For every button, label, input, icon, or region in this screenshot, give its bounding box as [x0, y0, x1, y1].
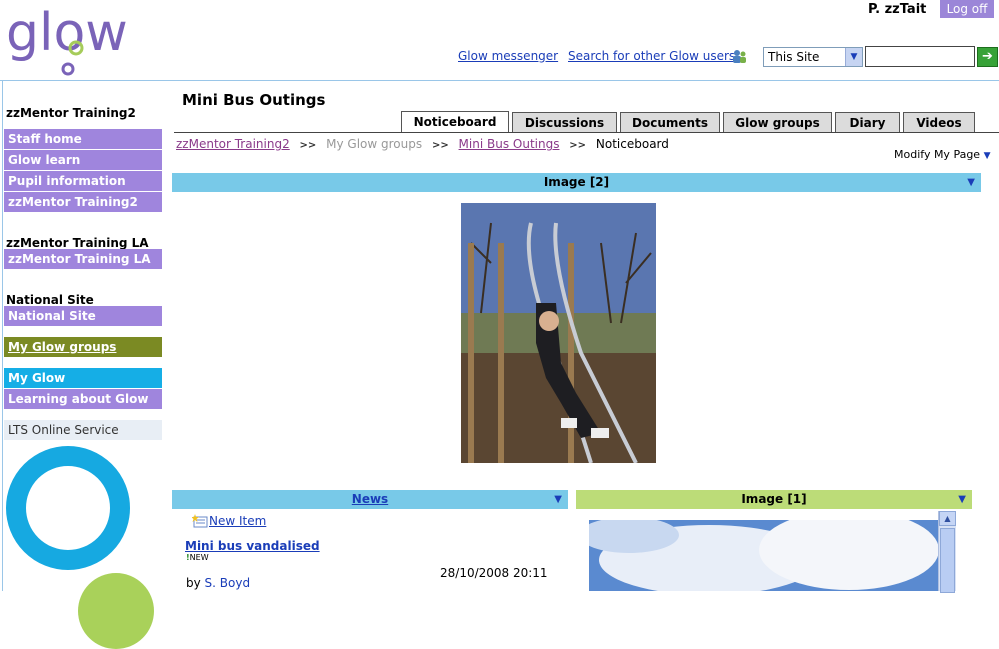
breadcrumb-separator: >>: [569, 140, 587, 151]
search-scope-select[interactable]: This Site ▼: [763, 47, 863, 67]
tab-diary[interactable]: Diary: [835, 112, 900, 132]
search-go-button[interactable]: ➔: [977, 47, 998, 67]
chevron-down-icon: ▼: [983, 151, 991, 161]
breadcrumb-separator: >>: [299, 140, 317, 151]
image-webpart-2-header: Image [1] ▼: [576, 490, 972, 509]
breadcrumb-separator: >>: [431, 140, 449, 151]
decorative-circle: [78, 573, 154, 649]
tab-discussions[interactable]: Discussions: [512, 112, 617, 132]
scroll-up-icon[interactable]: ▲: [939, 511, 956, 526]
nav-my-glow[interactable]: My Glow: [4, 368, 162, 388]
news-webpart-header: News ▼: [172, 490, 568, 509]
page-title: Mini Bus Outings: [182, 91, 326, 109]
chevron-down-icon[interactable]: ▼: [958, 490, 966, 509]
new-badge-text: NEW: [189, 553, 209, 562]
nav-my-glow-groups[interactable]: My Glow groups: [4, 337, 162, 357]
sky-photo: [589, 520, 939, 591]
news-item-title[interactable]: Mini bus vandalised: [185, 539, 320, 553]
image-webpart-header: Image [2] ▼: [172, 173, 981, 192]
nav-glow-learn[interactable]: Glow learn: [4, 150, 162, 170]
chevron-down-icon[interactable]: ▼: [967, 173, 975, 192]
nav-heading-national: National Site: [6, 293, 94, 307]
news-item-date: 28/10/2008 20:11: [440, 566, 548, 580]
modify-my-page-menu[interactable]: Modify My Page ▼: [894, 148, 991, 161]
tab-glow-groups[interactable]: Glow groups: [723, 112, 832, 132]
nav-lts-online-service[interactable]: LTS Online Service: [4, 420, 162, 440]
image-webpart-2-title: Image [1]: [741, 492, 807, 506]
news-webpart-title[interactable]: News: [352, 492, 388, 506]
user-name: P. zzTait: [868, 2, 927, 17]
news-item-byline: by S. Boyd: [186, 576, 250, 590]
chevron-down-icon: ▼: [845, 48, 862, 66]
nav-pupil-information[interactable]: Pupil information: [4, 171, 162, 191]
nav-heading-la: zzMentor Training LA: [6, 236, 149, 250]
modify-page-label: Modify My Page: [894, 148, 981, 161]
glow-logo-text: glow: [6, 3, 128, 63]
search-scope-value: This Site: [768, 50, 820, 64]
nav-zzmentor-training2[interactable]: zzMentor Training2: [4, 192, 162, 212]
nav-zzmentor-training-la[interactable]: zzMentor Training LA: [4, 249, 162, 269]
scroll-thumb[interactable]: [940, 528, 955, 593]
new-item-icon[interactable]: [192, 514, 208, 528]
new-badge: !NEW: [186, 553, 209, 562]
new-item-link[interactable]: New Item: [209, 514, 266, 528]
search-users-link[interactable]: Search for other Glow users: [568, 49, 735, 63]
news-item-author[interactable]: S. Boyd: [205, 576, 251, 590]
playground-photo: [461, 203, 656, 463]
nav-learning-about-glow[interactable]: Learning about Glow: [4, 389, 162, 409]
byline-label: by: [186, 576, 201, 590]
nav-staff-home[interactable]: Staff home: [4, 129, 162, 149]
image-webpart-title: Image [2]: [543, 175, 610, 189]
header-divider: [0, 80, 999, 81]
left-divider: [2, 81, 3, 591]
log-off-button[interactable]: Log off: [940, 0, 994, 18]
people-icon[interactable]: [732, 49, 747, 64]
nav-national-site[interactable]: National Site: [4, 306, 162, 326]
tab-noticeboard[interactable]: Noticeboard: [401, 111, 509, 133]
breadcrumb: zzMentor Training2 >> My Glow groups >> …: [176, 137, 669, 151]
chevron-down-icon[interactable]: ▼: [554, 490, 562, 509]
image-scrollbar[interactable]: ▲: [938, 511, 956, 593]
decorative-ring: [6, 446, 130, 570]
breadcrumb-glow-groups: My Glow groups: [326, 137, 423, 151]
breadcrumb-group[interactable]: Mini Bus Outings: [459, 137, 560, 151]
breadcrumb-current: Noticeboard: [595, 137, 669, 151]
tab-videos[interactable]: Videos: [903, 112, 975, 132]
glow-messenger-link[interactable]: Glow messenger: [458, 49, 558, 63]
tabs-divider: [174, 132, 999, 133]
glow-logo[interactable]: glow: [6, 2, 136, 80]
search-input[interactable]: [865, 46, 975, 67]
tab-documents[interactable]: Documents: [620, 112, 720, 132]
nav-heading-school: zzMentor Training2: [6, 106, 136, 120]
breadcrumb-school[interactable]: zzMentor Training2: [176, 137, 290, 151]
